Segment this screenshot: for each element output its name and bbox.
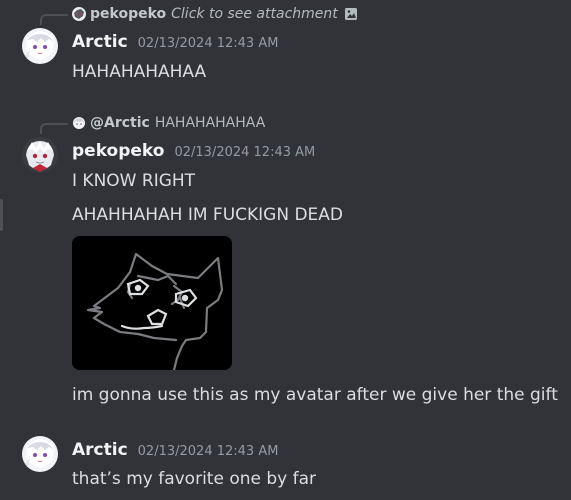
avatar[interactable] — [22, 436, 58, 472]
timestamp[interactable]: 02/13/2024 12:43 AM — [138, 444, 279, 459]
message-header: Arctic 02/13/2024 12:43 AM — [72, 440, 278, 464]
username[interactable]: Arctic — [72, 440, 128, 460]
message-text: that’s my favorite one by far — [72, 469, 317, 489]
chat-messages: pekopeko Click to see attachment Arctic … — [0, 0, 571, 500]
message-arctic-2: Arctic 02/13/2024 12:43 AM that’s my fav… — [0, 0, 571, 500]
